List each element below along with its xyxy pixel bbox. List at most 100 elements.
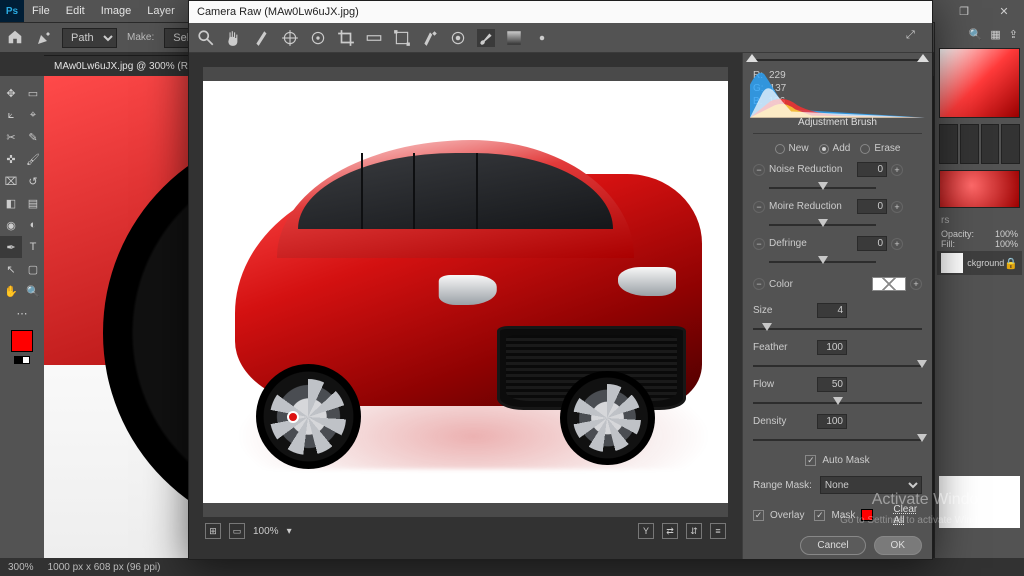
path-select-icon[interactable]: ↖: [0, 258, 22, 280]
share-icon[interactable]: ⇪: [1009, 28, 1018, 41]
fill-value[interactable]: 100%: [995, 239, 1018, 249]
flow-slider[interactable]: Flow 50: [753, 377, 922, 392]
swatches-icon[interactable]: [939, 124, 958, 164]
automask-checkbox[interactable]: ✓: [805, 455, 816, 466]
density-track[interactable]: [753, 435, 922, 445]
automask-row[interactable]: ✓ Auto Mask: [753, 451, 922, 470]
status-zoom[interactable]: 300%: [8, 562, 34, 573]
defringe-track[interactable]: [769, 257, 876, 267]
size-track[interactable]: [753, 324, 922, 334]
preview-zoom[interactable]: 100%: [253, 526, 279, 537]
patch-tool-icon[interactable]: ✜: [0, 148, 22, 170]
mode-erase[interactable]: Erase: [860, 143, 900, 154]
defringe-slider[interactable]: − Defringe 0 +: [753, 236, 922, 251]
history-brush-icon[interactable]: ↺: [22, 170, 44, 192]
plus-icon[interactable]: +: [891, 238, 903, 250]
overlay-checkbox[interactable]: ✓: [753, 510, 764, 521]
single-view-icon[interactable]: ▭: [229, 523, 245, 539]
zoom-icon[interactable]: [197, 29, 215, 47]
fit-view-icon[interactable]: ⊞: [205, 523, 221, 539]
brush-pin-icon[interactable]: [287, 411, 299, 423]
noise-reduction-slider[interactable]: − Noise Reduction 0 +: [753, 162, 922, 177]
foreground-color-swatch[interactable]: [11, 330, 33, 352]
range-mask-select[interactable]: None: [820, 476, 922, 494]
feather-track[interactable]: [753, 361, 922, 371]
minus-icon[interactable]: −: [753, 238, 765, 250]
moire-reduction-slider[interactable]: − Moire Reduction 0 +: [753, 199, 922, 214]
color-picker[interactable]: [939, 48, 1020, 118]
edit-toolbar-icon[interactable]: ⋯: [11, 302, 33, 324]
flow-value[interactable]: 50: [817, 377, 847, 392]
moire-reduction-track[interactable]: [769, 220, 876, 230]
color-swatch[interactable]: [872, 277, 906, 291]
menu-image[interactable]: Image: [93, 1, 140, 21]
plus-icon[interactable]: +: [891, 201, 903, 213]
mask-checkbox[interactable]: ✓: [814, 510, 825, 521]
noise-reduction-track[interactable]: [769, 183, 876, 193]
feather-value[interactable]: 100: [817, 340, 847, 355]
brush-tool-icon[interactable]: 🖌: [22, 148, 44, 170]
radial-filter-icon[interactable]: [533, 29, 551, 47]
minus-icon[interactable]: −: [753, 278, 765, 290]
dodge-tool-icon[interactable]: ◐: [22, 214, 44, 236]
compare-toggle-icon[interactable]: ⇵: [686, 523, 702, 539]
eyedropper-tool-icon[interactable]: ✎: [22, 126, 44, 148]
mask-color-swatch[interactable]: [861, 509, 873, 521]
styles-icon[interactable]: [981, 124, 1000, 164]
noise-reduction-value[interactable]: 0: [857, 162, 887, 177]
spot-removal-icon[interactable]: [421, 29, 439, 47]
preview-settings-icon[interactable]: ≡: [710, 523, 726, 539]
search-icon[interactable]: 🔍: [969, 28, 983, 41]
gradient-tool-icon[interactable]: ▤: [22, 192, 44, 214]
adjustments-icon[interactable]: [960, 124, 979, 164]
shape-tool-icon[interactable]: ▢: [22, 258, 44, 280]
minus-icon[interactable]: −: [753, 164, 765, 176]
lasso-tool-icon[interactable]: ⟀: [0, 104, 22, 126]
pen-tool-icon[interactable]: ✒: [0, 236, 22, 258]
menu-file[interactable]: File: [24, 1, 58, 21]
hand-tool-icon[interactable]: ✋: [0, 280, 22, 302]
defringe-value[interactable]: 0: [857, 236, 887, 251]
blur-tool-icon[interactable]: ◉: [0, 214, 22, 236]
ok-button[interactable]: OK: [874, 536, 922, 555]
chevron-down-icon[interactable]: ▾: [287, 526, 292, 537]
clear-all-button[interactable]: Clear All: [893, 504, 922, 526]
menu-edit[interactable]: Edit: [58, 1, 93, 21]
path-mode-select[interactable]: Path: [62, 28, 117, 48]
menu-layer[interactable]: Layer: [139, 1, 183, 21]
window-close-icon[interactable]: ✕: [984, 0, 1024, 22]
swatches-preview[interactable]: [939, 170, 1020, 208]
default-colors-icon[interactable]: [14, 356, 22, 364]
plus-icon[interactable]: +: [891, 164, 903, 176]
mode-add[interactable]: Add: [819, 143, 851, 154]
navigator-thumb[interactable]: [939, 476, 1020, 528]
histogram[interactable]: [749, 59, 926, 61]
type-tool-icon[interactable]: T: [22, 236, 44, 258]
layer-row[interactable]: ckground 🔒: [937, 251, 1022, 275]
delete-icon[interactable]: [1001, 124, 1020, 164]
redeye-icon[interactable]: [449, 29, 467, 47]
dialog-titlebar[interactable]: Camera Raw (MAw0Lw6uJX.jpg): [189, 1, 932, 23]
zoom-tool-icon[interactable]: 🔍: [22, 280, 44, 302]
mode-new[interactable]: New: [775, 143, 809, 154]
cancel-button[interactable]: Cancel: [800, 536, 865, 555]
home-icon[interactable]: [6, 28, 26, 48]
preview-image[interactable]: [203, 67, 728, 517]
minus-icon[interactable]: −: [753, 201, 765, 213]
workspace-icon[interactable]: ▦: [990, 28, 1000, 41]
clone-tool-icon[interactable]: ⌧: [0, 170, 22, 192]
targeted-adjust-icon[interactable]: [309, 29, 327, 47]
swap-colors-icon[interactable]: [22, 356, 30, 364]
color-sampler-icon[interactable]: [281, 29, 299, 47]
plus-icon[interactable]: +: [910, 278, 922, 290]
compare-split-icon[interactable]: ⇄: [662, 523, 678, 539]
transform-icon[interactable]: [393, 29, 411, 47]
size-slider[interactable]: Size 4: [753, 303, 922, 318]
graduated-filter-icon[interactable]: [505, 29, 523, 47]
opacity-value[interactable]: 100%: [995, 229, 1018, 239]
adjustment-brush-icon[interactable]: [477, 29, 495, 47]
crop-icon[interactable]: [337, 29, 355, 47]
crop-tool-icon[interactable]: ✂: [0, 126, 22, 148]
marquee-tool-icon[interactable]: ▭: [22, 82, 44, 104]
density-value[interactable]: 100: [817, 414, 847, 429]
